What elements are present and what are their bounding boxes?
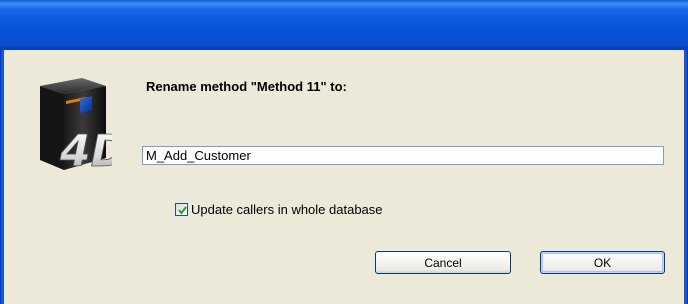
ok-button[interactable]: OK <box>540 251 665 274</box>
checkmark-icon <box>178 205 187 215</box>
cancel-button[interactable]: Cancel <box>375 251 511 274</box>
window-frame-left <box>0 50 4 304</box>
method-name-input[interactable] <box>142 146 664 165</box>
update-callers-label[interactable]: Update callers in whole database <box>191 202 383 217</box>
rename-method-dialog: 4D Rename method "Method 11" to: Update … <box>0 0 688 304</box>
4d-app-icon: 4D <box>30 74 128 177</box>
update-callers-option[interactable]: Update callers in whole database <box>175 201 383 217</box>
title-bar[interactable] <box>0 0 688 47</box>
title-bar-edge <box>0 47 688 50</box>
svg-text:4D: 4D <box>59 126 112 174</box>
window-frame-right <box>684 50 688 304</box>
update-callers-checkbox[interactable] <box>175 202 188 216</box>
dialog-prompt: Rename method "Method 11" to: <box>146 79 347 94</box>
